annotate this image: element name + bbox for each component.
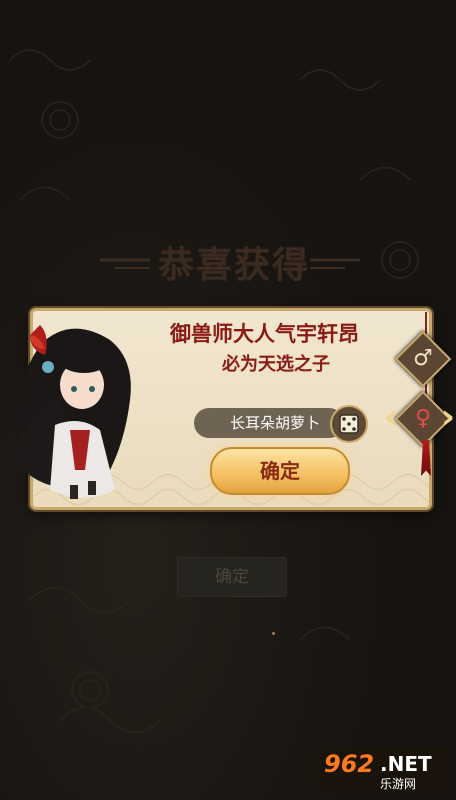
dialog-heading-line2: 必为天选之子 [222, 354, 330, 375]
chevron-right-icon: › [441, 397, 456, 437]
watermark-suffix: .NET [380, 752, 432, 776]
banner-title: 恭喜获得 [157, 244, 310, 286]
sparkle [272, 632, 275, 635]
watermark-subtitle: 乐游网 [380, 777, 417, 791]
title-banner: 恭喜获得 [100, 230, 360, 290]
chevron-left-icon: ‹ [384, 397, 399, 437]
dialog-heading-line1: 御兽师大人气宇轩昂 [170, 321, 359, 346]
female-icon: ♀ [414, 406, 432, 431]
background-confirm-button: 确定 [177, 557, 287, 597]
confirm-button[interactable]: 确定 [210, 447, 350, 495]
randomize-name-button[interactable] [330, 405, 368, 443]
watermark: 962 .NET 乐游网 [318, 748, 452, 794]
dice-icon [339, 414, 359, 434]
character-portrait [10, 325, 131, 499]
male-icon: ♂ [413, 346, 433, 371]
watermark-number: 962 [324, 750, 375, 778]
name-field[interactable]: 长耳朵胡萝卜 [194, 408, 344, 438]
